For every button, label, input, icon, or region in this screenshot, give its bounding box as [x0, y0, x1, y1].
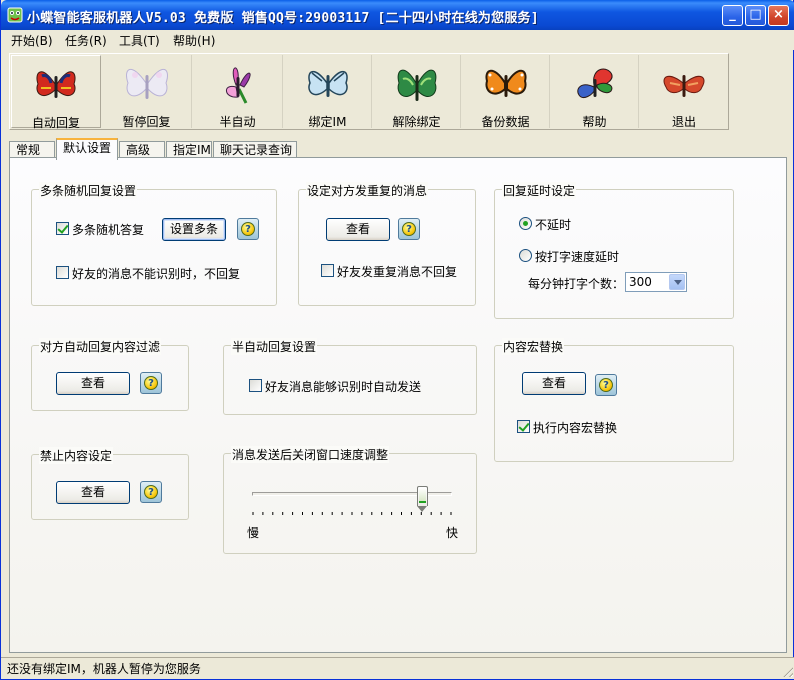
execute-macro-checkbox[interactable]	[517, 420, 530, 433]
toolbar: 自动回复 暂停回复 半自动 绑定IM 解除绑定 备份数据 帮助 退出	[9, 53, 729, 130]
butterfly-red-orange-icon	[663, 75, 705, 97]
typing-rate-label: 每分钟打字个数：	[528, 277, 625, 291]
menu-bar: 开始(B) 任务(R) 工具(T) 帮助(H)	[1, 30, 794, 50]
group-title: 内容宏替换	[502, 338, 565, 355]
set-multiple-button[interactable]: 设置多条	[162, 218, 226, 241]
close-button[interactable]: ×	[768, 5, 789, 26]
title-bar[interactable]: 小蝶智能客服机器人V5.03 免费版 销售QQ号:29003117 [二十四小时…	[1, 0, 794, 30]
multi-random-reply-checkbox[interactable]	[56, 222, 69, 235]
no-delay-radio[interactable]	[519, 217, 532, 230]
toolbar-label: 备份数据	[481, 115, 530, 129]
butterfly-pale-icon	[125, 69, 168, 99]
toolbar-exit-button[interactable]: 退出	[640, 55, 728, 129]
butterfly-blue-icon	[307, 71, 348, 97]
menu-help[interactable]: 帮助(H)	[173, 32, 215, 49]
fast-label: 快	[446, 526, 459, 540]
settings-panel: 多条随机回复设置 多条随机答复 设置多条 ? 好友的消息不能识别时，不回复 设定…	[9, 157, 787, 653]
butterfly-orange-icon	[484, 69, 527, 97]
slider-ticks	[252, 512, 452, 515]
butterfly-pink-icon	[225, 67, 251, 104]
group-title: 回复延时设定	[502, 182, 577, 199]
butterfly-green-icon	[397, 69, 436, 101]
repeat-no-reply-checkbox[interactable]	[321, 264, 334, 277]
butterfly-red-icon	[36, 71, 76, 98]
group-semi-auto: 半自动回复设置 好友消息能够识别时自动发送	[223, 338, 477, 415]
status-bar: 还没有绑定IM，机器人暂停为您服务	[1, 657, 794, 679]
toolbar-label: 绑定IM	[308, 115, 347, 129]
help-icon[interactable]: ?	[398, 218, 420, 240]
toolbar-bind-im-button[interactable]: 绑定IM	[284, 55, 372, 129]
group-reply-delay: 回复延时设定 不延时 按打字速度延时 每分钟打字个数： 300	[494, 182, 734, 319]
toolbar-label: 帮助	[582, 115, 607, 129]
app-icon	[7, 7, 23, 23]
resize-grip[interactable]	[781, 665, 793, 677]
typing-rate-select[interactable]: 300	[625, 272, 687, 292]
group-title: 禁止内容设定	[39, 447, 114, 464]
toolbar-label: 解除绑定	[392, 115, 441, 129]
toolbar-unbind-button[interactable]: 解除绑定	[373, 55, 461, 129]
toolbar-label: 半自动	[219, 115, 256, 129]
toolbar-pause-reply-button[interactable]: 暂停回复	[102, 55, 192, 129]
help-icon[interactable]: ?	[140, 372, 162, 394]
toolbar-label: 暂停回复	[122, 115, 171, 129]
window-title: 小蝶智能客服机器人V5.03 免费版 销售QQ号:29003117 [二十四小时…	[27, 11, 539, 26]
typing-rate-value: 300	[629, 275, 652, 289]
group-macro-replace: 内容宏替换 查看 ? 执行内容宏替换	[494, 338, 734, 462]
group-multi-reply: 多条随机回复设置 多条随机答复 设置多条 ? 好友的消息不能识别时，不回复	[31, 182, 277, 306]
toolbar-backup-button[interactable]: 备份数据	[462, 55, 550, 129]
checkbox-label: 好友消息能够识别时自动发送	[265, 380, 422, 394]
help-icon[interactable]: ?	[237, 218, 259, 240]
close-speed-slider-thumb[interactable]	[417, 486, 428, 512]
checkbox-label: 执行内容宏替换	[533, 421, 618, 435]
group-title: 多条随机回复设置	[39, 182, 138, 199]
checkbox-label: 好友发重复消息不回复	[337, 265, 458, 279]
menu-task[interactable]: 任务(R)	[65, 32, 107, 49]
group-title: 对方自动回复内容过滤	[39, 338, 162, 355]
checkbox-label: 好友的消息不能识别时，不回复	[72, 267, 241, 281]
app-window: 小蝶智能客服机器人V5.03 免费版 销售QQ号:29003117 [二十四小时…	[0, 0, 794, 680]
group-auto-reply-filter: 对方自动回复内容过滤 查看 ?	[31, 338, 189, 411]
auto-send-recognized-checkbox[interactable]	[249, 379, 262, 392]
unrecognized-no-reply-checkbox[interactable]	[56, 266, 69, 279]
menu-tools[interactable]: 工具(T)	[119, 32, 160, 49]
view-filter-button[interactable]: 查看	[56, 372, 130, 395]
toolbar-label: 自动回复	[31, 116, 80, 130]
butterfly-colorful-icon	[576, 68, 612, 98]
group-title: 消息发送后关闭窗口速度调整	[231, 446, 390, 463]
typing-speed-delay-radio[interactable]	[519, 249, 532, 262]
radio-label: 按打字速度延时	[535, 250, 620, 264]
help-icon[interactable]: ?	[140, 481, 162, 503]
view-repeat-button[interactable]: 查看	[326, 218, 390, 241]
group-repeat-message: 设定对方发重复的消息 查看 ? 好友发重复消息不回复	[298, 182, 476, 306]
help-icon[interactable]: ?	[595, 374, 617, 396]
toolbar-label: 退出	[671, 115, 696, 129]
toolbar-semi-auto-button[interactable]: 半自动	[193, 55, 283, 129]
group-title: 半自动回复设置	[231, 338, 318, 355]
tab-default-settings[interactable]: 默认设置	[56, 138, 118, 160]
group-title: 设定对方发重复的消息	[306, 182, 429, 199]
minimize-button[interactable]: _	[722, 5, 743, 26]
slow-label: 慢	[247, 526, 260, 540]
view-macro-button[interactable]: 查看	[522, 372, 586, 395]
group-close-speed: 消息发送后关闭窗口速度调整 慢 快	[223, 446, 477, 554]
maximize-button[interactable]: □	[745, 5, 766, 26]
status-text: 还没有绑定IM，机器人暂停为您服务	[7, 662, 201, 676]
menu-start[interactable]: 开始(B)	[11, 32, 53, 49]
chevron-down-icon[interactable]	[669, 274, 685, 290]
group-forbidden-content: 禁止内容设定 查看 ?	[31, 447, 189, 520]
view-forbidden-button[interactable]: 查看	[56, 481, 130, 504]
radio-label: 不延时	[535, 218, 572, 232]
toolbar-auto-reply-button[interactable]: 自动回复	[11, 55, 101, 130]
toolbar-help-button[interactable]: 帮助	[551, 55, 639, 129]
checkbox-label: 多条随机答复	[72, 223, 145, 237]
